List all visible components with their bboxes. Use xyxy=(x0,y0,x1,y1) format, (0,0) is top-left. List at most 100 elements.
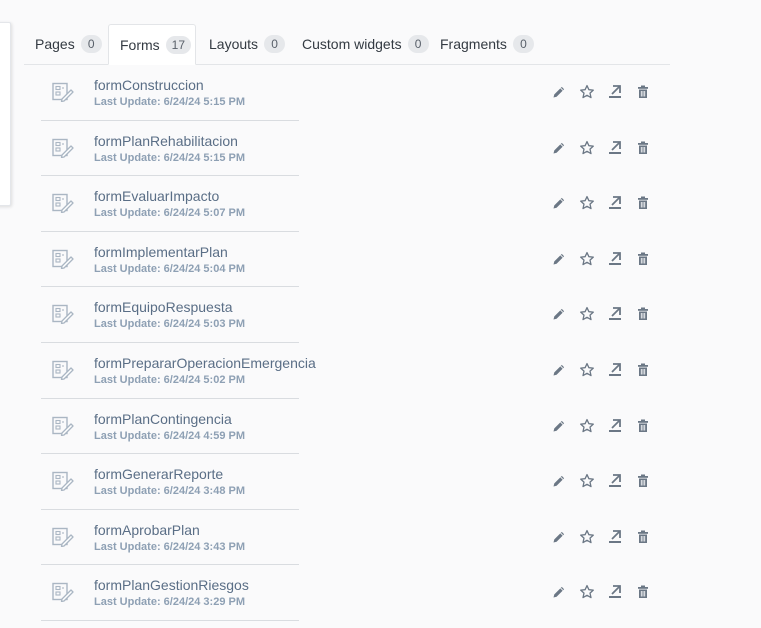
trash-icon[interactable] xyxy=(635,306,651,322)
tab-custom-widgets[interactable]: Custom widgets 0 xyxy=(291,24,429,64)
form-icon xyxy=(52,360,74,381)
list-item: formEvaluarImpacto Last Update: 6/24/24 … xyxy=(40,176,680,232)
star-icon[interactable] xyxy=(579,418,595,434)
list-item: formGenerarReporte Last Update: 6/24/24 … xyxy=(40,454,680,510)
form-icon xyxy=(52,471,74,492)
tab-layouts[interactable]: Layouts 0 xyxy=(198,24,290,64)
trash-icon[interactable] xyxy=(635,584,651,600)
export-icon[interactable] xyxy=(607,84,623,100)
pencil-icon[interactable] xyxy=(551,473,567,489)
form-name-link[interactable]: formGenerarReporte xyxy=(94,466,223,482)
export-icon[interactable] xyxy=(607,418,623,434)
pencil-icon[interactable] xyxy=(551,195,567,211)
last-update-text: Last Update: 6/24/24 5:15 PM xyxy=(94,96,246,108)
tab-pages[interactable]: Pages 0 xyxy=(24,24,107,64)
tab-count-badge: 0 xyxy=(512,35,534,53)
last-update-text: Last Update: 6/24/24 3:43 PM xyxy=(94,540,246,553)
tab-label: Custom widgets xyxy=(302,36,402,52)
list-item: formPlanRehabilitacion Last Update: 6/24… xyxy=(40,121,680,177)
export-icon[interactable] xyxy=(607,195,623,211)
star-icon[interactable] xyxy=(579,473,595,489)
form-name-link[interactable]: formPrepararOperacionEmergencia xyxy=(94,355,316,371)
form-name-link[interactable]: formEvaluarImpacto xyxy=(94,188,219,204)
list-item: formImplementarPlan Last Update: 6/24/24… xyxy=(40,232,680,288)
row-actions xyxy=(551,84,663,100)
form-icon xyxy=(52,249,74,269)
form-icon xyxy=(52,138,74,158)
tab-label: Layouts xyxy=(209,36,259,52)
tab-count-badge: 17 xyxy=(165,35,192,54)
trash-icon[interactable] xyxy=(635,84,651,100)
pencil-icon[interactable] xyxy=(551,251,567,267)
star-icon[interactable] xyxy=(579,251,595,267)
form-name-link[interactable]: formPlanGestionRiesgos xyxy=(94,577,249,593)
star-icon[interactable] xyxy=(579,306,595,322)
form-icon xyxy=(52,193,74,214)
row-actions xyxy=(551,362,663,378)
list-item: formPlanGestionRiesgos Last Update: 6/24… xyxy=(40,565,680,621)
form-name-link[interactable]: formAprobarPlan xyxy=(94,522,200,538)
row-actions xyxy=(551,195,663,211)
list-item: formAprobarPlan Last Update: 6/24/24 3:4… xyxy=(40,510,680,566)
star-icon[interactable] xyxy=(579,529,595,545)
list-item: formEquipoRespuesta Last Update: 6/24/24… xyxy=(40,287,680,343)
form-name-link[interactable]: formPlanContingencia xyxy=(94,411,232,427)
pencil-icon[interactable] xyxy=(551,140,567,156)
tab-count-badge: 0 xyxy=(80,35,102,53)
last-update-text: Last Update: 6/24/24 3:29 PM xyxy=(94,596,246,609)
tab-fragments[interactable]: Fragments 0 xyxy=(429,24,534,64)
tab-bar: Pages 0 Forms 17 Layouts 0 Custom widget… xyxy=(24,24,670,65)
form-name-link[interactable]: formImplementarPlan xyxy=(94,244,228,260)
row-actions xyxy=(551,529,663,545)
export-icon[interactable] xyxy=(607,251,623,267)
trash-icon[interactable] xyxy=(635,418,651,434)
last-update-text: Last Update: 6/24/24 3:48 PM xyxy=(94,485,246,498)
form-icon xyxy=(52,304,74,325)
form-icon xyxy=(52,527,74,547)
row-actions xyxy=(551,251,663,267)
export-icon[interactable] xyxy=(607,584,623,600)
last-update-text: Last Update: 6/24/24 5:03 PM xyxy=(94,318,246,331)
star-icon[interactable] xyxy=(579,362,595,378)
export-icon[interactable] xyxy=(607,529,623,545)
star-icon[interactable] xyxy=(579,195,595,211)
row-actions xyxy=(551,418,663,434)
trash-icon[interactable] xyxy=(635,529,651,545)
star-icon[interactable] xyxy=(579,584,595,600)
pencil-icon[interactable] xyxy=(551,306,567,322)
form-name-link[interactable]: formConstruccion xyxy=(94,77,204,93)
pencil-icon[interactable] xyxy=(551,584,567,600)
export-icon[interactable] xyxy=(607,362,623,378)
tab-count-badge: 0 xyxy=(407,35,429,53)
star-icon[interactable] xyxy=(579,84,595,100)
trash-icon[interactable] xyxy=(635,362,651,378)
trash-icon[interactable] xyxy=(635,473,651,489)
pencil-icon[interactable] xyxy=(551,362,567,378)
pencil-icon[interactable] xyxy=(551,84,567,100)
pencil-icon[interactable] xyxy=(551,529,567,545)
pencil-icon[interactable] xyxy=(551,418,567,434)
export-icon[interactable] xyxy=(607,140,623,156)
list-item: formPlanContingencia Last Update: 6/24/2… xyxy=(40,399,680,455)
form-icon xyxy=(52,582,74,603)
form-name-link[interactable]: formPlanRehabilitacion xyxy=(94,133,238,149)
row-actions xyxy=(551,140,663,156)
export-icon[interactable] xyxy=(607,306,623,322)
form-icon xyxy=(52,416,74,436)
last-update-text: Last Update: 6/24/24 5:15 PM xyxy=(94,151,246,164)
last-update-text: Last Update: 6/24/24 5:04 PM xyxy=(94,262,246,275)
tab-count-badge: 0 xyxy=(264,35,286,53)
trash-icon[interactable] xyxy=(635,140,651,156)
row-actions xyxy=(551,306,663,322)
last-update-text: Last Update: 6/24/24 5:07 PM xyxy=(94,207,246,220)
export-icon[interactable] xyxy=(607,473,623,489)
tab-label: Pages xyxy=(35,36,75,52)
tab-forms[interactable]: Forms 17 xyxy=(108,24,196,65)
form-icon xyxy=(52,82,74,103)
trash-icon[interactable] xyxy=(635,195,651,211)
star-icon[interactable] xyxy=(579,140,595,156)
list-item: formPrepararOperacionEmergencia Last Upd… xyxy=(40,343,680,399)
row-actions xyxy=(551,584,663,600)
form-name-link[interactable]: formEquipoRespuesta xyxy=(94,299,233,315)
trash-icon[interactable] xyxy=(635,251,651,267)
